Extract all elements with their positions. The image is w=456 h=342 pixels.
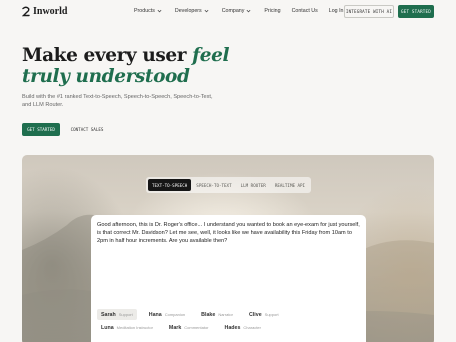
voice-option-hana[interactable]: Hana Companion [145, 309, 189, 320]
menu-developers[interactable]: Developers [175, 8, 209, 14]
inworld-logo-icon [22, 6, 30, 17]
voice-name: Mark [168, 325, 182, 331]
voice-tag: Meditation Instructor [116, 325, 153, 330]
menu-products-label: Products [134, 8, 155, 14]
voice-tag: Character [243, 325, 261, 330]
voice-option-mark[interactable]: Mark Commentator [165, 322, 213, 333]
voice-name: Luna [101, 325, 114, 331]
menu-products[interactable]: Products [134, 8, 162, 14]
hero-get-started-button[interactable]: GET STARTED [22, 123, 60, 136]
voice-tag: Support [264, 312, 279, 317]
menu-contact-us[interactable]: Contact Us [292, 8, 318, 14]
voice-name: Hades [224, 325, 241, 331]
voice-name: Hana [148, 312, 162, 318]
tab-speech-to-text[interactable]: SPEECH-TO-TEXT [192, 179, 235, 191]
chevron-down-icon [204, 9, 209, 13]
nav-get-started-button[interactable]: GET STARTED [398, 5, 434, 18]
voice-tag: Support [118, 312, 133, 317]
integrate-with-ai-button[interactable]: INTEGRATE WITH AI [344, 5, 394, 18]
tts-demo-card: Good afternoon, this is Dr. Roger's offi… [91, 215, 366, 342]
voice-name: Blake [201, 312, 216, 318]
transcript-text[interactable]: Good afternoon, this is Dr. Roger's offi… [97, 221, 363, 245]
tab-llm-router[interactable]: LLM ROUTER [237, 179, 270, 191]
main-menu: Products Developers Company Pricing Cont… [134, 8, 355, 14]
menu-developers-label: Developers [174, 8, 202, 14]
hero-title: Make every user feel truly understood [22, 45, 282, 87]
chevron-down-icon [157, 9, 162, 13]
voice-option-clive[interactable]: Clive Support [245, 309, 283, 320]
voice-option-luna[interactable]: Luna Meditation Instructor [97, 322, 157, 333]
menu-company[interactable]: Company [222, 8, 252, 14]
tab-realtime-api[interactable]: REALTIME API [271, 179, 309, 191]
voice-option-sarah[interactable]: Sarah Support [97, 309, 137, 320]
tab-text-to-speech[interactable]: TEXT-TO-SPEECH [148, 179, 192, 191]
menu-contact-us-label: Contact Us [291, 8, 318, 14]
voice-selector: Sarah Support Hana Companion Blake Narra… [97, 309, 357, 333]
menu-company-label: Company [221, 8, 245, 14]
contact-sales-button[interactable]: CONTACT SALES [65, 123, 109, 136]
menu-log-in-label: Log In [328, 8, 344, 14]
logo[interactable]: Inworld [22, 6, 67, 17]
hero-subtitle: Build with the #1 ranked Text-to-Speech,… [22, 94, 213, 108]
logo-text: Inworld [33, 6, 68, 17]
voice-tag: Narrator [218, 312, 233, 317]
menu-pricing-label: Pricing [264, 8, 281, 14]
voice-tag: Commentator [184, 325, 209, 330]
voice-option-blake[interactable]: Blake Narrator [197, 309, 237, 320]
hero-title-plain: Make every user [22, 45, 193, 66]
voice-name: Sarah [101, 312, 116, 318]
voice-option-hades[interactable]: Hades Character [221, 322, 265, 333]
menu-pricing[interactable]: Pricing [264, 8, 280, 14]
top-nav: Inworld Products Developers Company Pric… [0, 0, 456, 24]
menu-log-in[interactable]: Log In [329, 8, 344, 14]
chevron-down-icon [246, 9, 251, 13]
hero-title-accent-feel: feel [192, 45, 230, 66]
demo-panel: TEXT-TO-SPEECH SPEECH-TO-TEXT LLM ROUTER… [22, 155, 434, 342]
voice-tag: Companion [164, 312, 186, 317]
product-tabs: TEXT-TO-SPEECH SPEECH-TO-TEXT LLM ROUTER… [146, 177, 312, 193]
hero-title-accent-understood: truly understood [22, 66, 190, 87]
voice-name: Clive [248, 312, 262, 318]
